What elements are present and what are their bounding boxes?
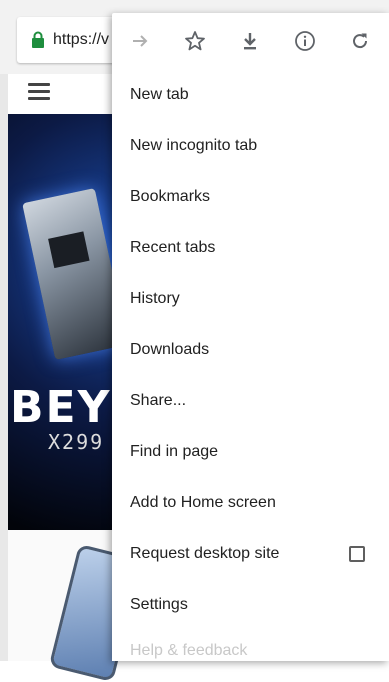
menu-item-label: History <box>130 289 180 307</box>
bookmark-button[interactable] <box>167 13 223 69</box>
menu-item-recent-tabs[interactable]: Recent tabs <box>112 222 389 273</box>
menu-item-label: Settings <box>130 595 188 613</box>
menu-item-request-desktop-site[interactable]: Request desktop site <box>112 528 389 579</box>
hamburger-menu-icon[interactable] <box>28 83 50 101</box>
forward-icon <box>133 35 148 47</box>
reload-icon <box>353 33 368 49</box>
lock-icon <box>32 31 44 48</box>
menu-item-label: Request desktop site <box>130 544 280 562</box>
menu-item-label: Help & feedback <box>130 642 248 659</box>
menu-item-label: Find in page <box>130 442 219 460</box>
forward-button[interactable] <box>112 13 168 69</box>
menu-item-bookmarks[interactable]: Bookmarks <box>112 171 389 222</box>
page-edge <box>0 74 8 661</box>
menu-item-label: New tab <box>130 85 189 103</box>
bookmark-star-icon <box>185 31 205 51</box>
menu-item-label: Bookmarks <box>130 187 211 205</box>
menu-icon-row <box>112 13 389 69</box>
reload-button[interactable] <box>332 13 388 69</box>
download-button[interactable] <box>222 13 278 69</box>
download-icon <box>244 33 256 50</box>
menu-item-history[interactable]: History <box>112 273 389 324</box>
menu-item-new-incognito-tab[interactable]: New incognito tab <box>112 120 389 171</box>
menu-item-label: Recent tabs <box>130 238 216 256</box>
menu-item-add-to-home-screen[interactable]: Add to Home screen <box>112 477 389 528</box>
menu-item-label: Share... <box>130 391 187 409</box>
menu-item-label: Downloads <box>130 340 210 358</box>
page-info-button[interactable] <box>277 13 333 69</box>
url-text: https://v <box>53 31 110 48</box>
info-icon <box>295 31 315 51</box>
menu-item-downloads[interactable]: Downloads <box>112 324 389 375</box>
menu-item-help-feedback[interactable]: Help & feedback <box>112 630 389 660</box>
browser-overflow-menu: New tab New incognito tab Bookmarks Rece… <box>112 13 389 661</box>
desktop-site-checkbox[interactable] <box>349 545 365 562</box>
menu-item-find-in-page[interactable]: Find in page <box>112 426 389 477</box>
menu-item-settings[interactable]: Settings <box>112 579 389 630</box>
menu-item-new-tab[interactable]: New tab <box>112 69 389 120</box>
menu-item-label: New incognito tab <box>130 136 258 154</box>
menu-item-label: Add to Home screen <box>130 493 276 511</box>
menu-item-share[interactable]: Share... <box>112 375 389 426</box>
